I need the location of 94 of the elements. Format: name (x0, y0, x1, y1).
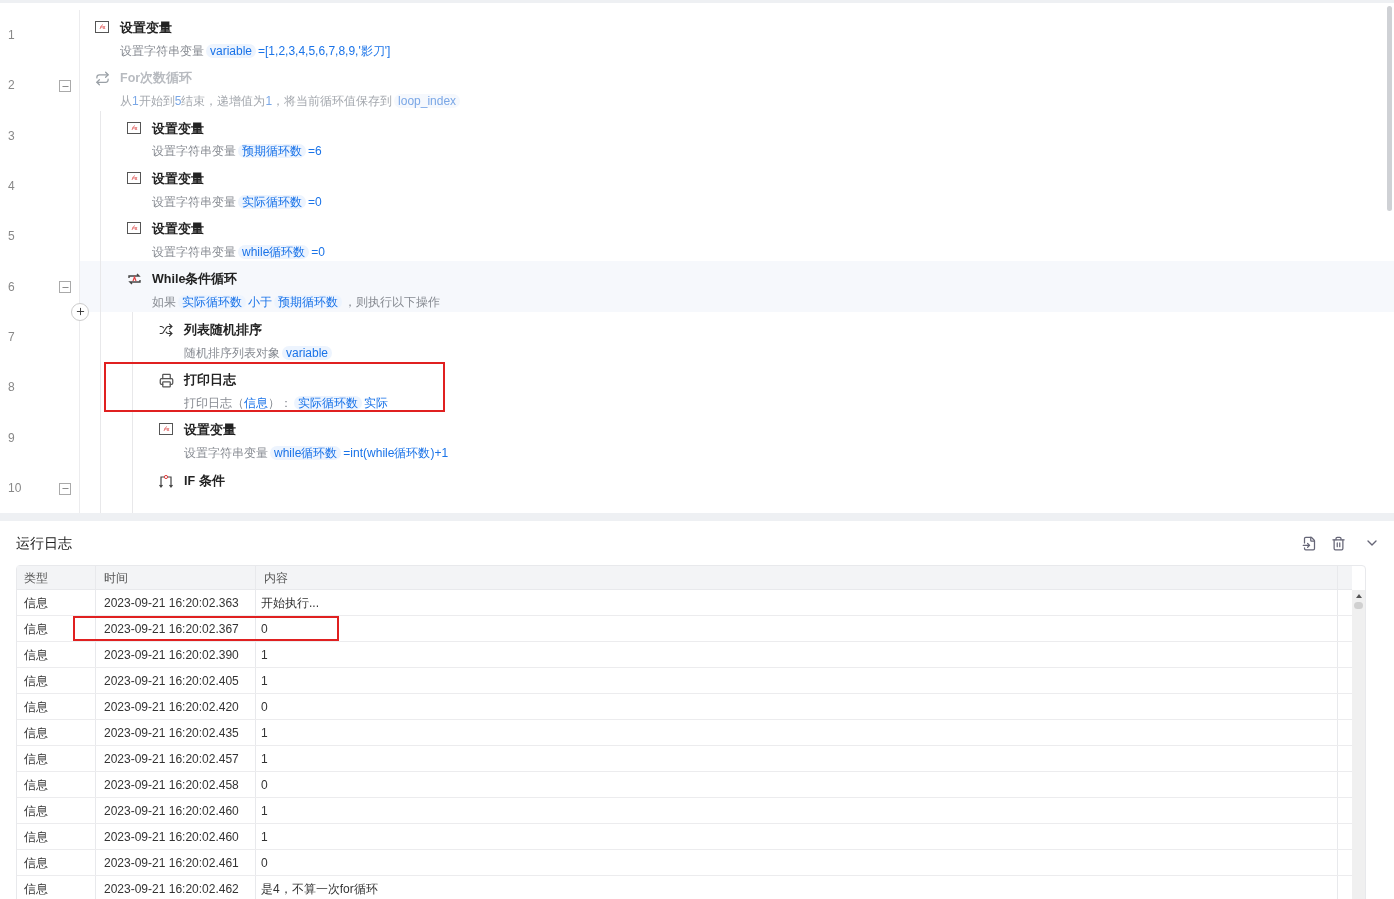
table-cell: 1 (256, 798, 1338, 823)
line-number: 5 (8, 228, 15, 246)
function-box-icon (159, 423, 173, 436)
step-title: 设置变量 (120, 20, 173, 37)
branch-icon (158, 473, 174, 488)
table-cell: 信息 (17, 590, 96, 615)
log-row[interactable]: 信息 2023-09-21 16:20:02.457 1 (17, 746, 1352, 772)
step-title: While条件循环 (152, 271, 239, 289)
step-title: 列表随机排序 (184, 321, 263, 339)
step-description: 如果 实际循环数 小于 预期循环数 ，则执行以下操作 (152, 294, 440, 312)
table-cell: 信息 (17, 850, 96, 875)
line-number: 9 (8, 429, 15, 447)
column-header: 类型 (17, 566, 96, 589)
step-title: 设置变量 (152, 170, 205, 188)
delete-icon[interactable] (1331, 535, 1346, 551)
log-row[interactable]: 信息 2023-09-21 16:20:02.458 0 (17, 772, 1352, 798)
table-cell: 1 (256, 824, 1338, 849)
step-description: 设置字符串变量 实际循环数 =0 (152, 193, 322, 211)
table-cell: 2023-09-21 16:20:02.461 (96, 850, 256, 875)
printer-icon (158, 373, 174, 389)
line-number: 7 (8, 328, 15, 346)
table-cell: 2023-09-21 16:20:02.420 (96, 694, 256, 719)
table-cell: 是4，不算一次for循环 (256, 876, 1338, 899)
table-cell: 信息 (17, 772, 96, 797)
line-number: 8 (8, 379, 15, 397)
repeat-icon (94, 71, 110, 87)
log-row[interactable]: 信息 2023-09-21 16:20:02.460 1 (17, 824, 1352, 850)
table-cell: 0 (256, 850, 1338, 875)
shuffle-icon (159, 322, 173, 337)
scrollbar[interactable] (1352, 590, 1365, 899)
function-box-icon (127, 222, 141, 235)
step-description: 设置字符串变量 while循环数 =0 (152, 243, 326, 261)
table-cell: 2023-09-21 16:20:02.460 (96, 824, 256, 849)
table-cell: 2023-09-21 16:20:02.363 (96, 590, 256, 615)
table-cell: 0 (256, 694, 1338, 719)
table-cell: 2023-09-21 16:20:02.435 (96, 720, 256, 745)
log-row[interactable]: 信息 2023-09-21 16:20:02.435 1 (17, 720, 1352, 746)
log-title: 运行日志 (16, 533, 72, 553)
table-cell: 信息 (17, 694, 96, 719)
step-title: For次数循环 (120, 70, 194, 88)
table-cell: 1 (256, 668, 1338, 693)
line-number: 3 (8, 127, 15, 145)
step-description: 设置字符串变量 variable =[1,2,3,4,5,6,7,8,9,'影刀'] (120, 42, 391, 60)
log-row[interactable]: 信息 2023-09-21 16:20:02.390 1 (17, 642, 1352, 668)
table-cell: 信息 (17, 642, 96, 667)
log-row[interactable]: 信息 2023-09-21 16:20:02.461 0 (17, 850, 1352, 876)
column-header: 时间 (96, 566, 256, 589)
table-cell: 信息 (17, 798, 96, 823)
table-cell: 信息 (17, 876, 96, 899)
step-title: 设置变量 (184, 422, 237, 440)
step-description: 随机排序列表对象 variable (184, 343, 335, 362)
step-description: 设置字符串变量 while循环数 =int(while循环数)+1 (184, 445, 449, 463)
table-cell: 信息 (17, 616, 96, 641)
export-icon[interactable] (1302, 535, 1317, 551)
function-box-icon (127, 121, 141, 134)
table-cell: 2023-09-21 16:20:02.462 (96, 876, 256, 899)
table-cell: 1 (256, 746, 1338, 771)
table-cell: 2023-09-21 16:20:02.457 (96, 746, 256, 771)
table-cell: 信息 (17, 824, 96, 849)
step-title: 设置变量 (152, 120, 205, 138)
table-cell: 0 (256, 772, 1338, 797)
log-row[interactable]: 信息 2023-09-21 16:20:02.460 1 (17, 798, 1352, 824)
table-cell: 2023-09-21 16:20:02.405 (96, 668, 256, 693)
line-number: 10 (8, 479, 22, 497)
step-description: 从1开始到5结束，递增值为1，将当前循环值保存到 loop_index (120, 92, 463, 111)
step-title: IF 条件 (184, 472, 225, 490)
table-cell: 信息 (17, 668, 96, 693)
scrollbar-thumb[interactable] (1387, 6, 1392, 211)
line-number: 1 (8, 27, 15, 45)
function-box-icon (127, 171, 141, 184)
loop-icon (126, 272, 142, 287)
step-title: 打印日志 (184, 372, 237, 390)
table-cell: 1 (256, 720, 1338, 745)
function-box-icon (95, 21, 109, 33)
table-cell: 2023-09-21 16:20:02.367 (96, 616, 256, 641)
table-cell: 0 (256, 616, 1338, 641)
log-row[interactable]: 信息 2023-09-21 16:20:02.367 0 (17, 616, 1352, 642)
log-row[interactable]: 信息 2023-09-21 16:20:02.363 开始执行... (17, 590, 1352, 616)
line-number: 6 (8, 278, 15, 296)
step-description: 打印日志（信息）： 实际循环数 实际 (184, 394, 388, 412)
line-number: 4 (8, 178, 15, 196)
table-cell: 开始执行... (256, 590, 1338, 615)
line-number: 2 (8, 77, 15, 95)
table-cell: 2023-09-21 16:20:02.458 (96, 772, 256, 797)
table-cell: 1 (256, 642, 1338, 667)
table-cell: 2023-09-21 16:20:02.390 (96, 642, 256, 667)
step-description: 设置字符串变量 预期循环数 =6 (152, 143, 322, 161)
table-cell: 信息 (17, 746, 96, 771)
table-cell: 信息 (17, 720, 96, 745)
column-header: 内容 (256, 566, 1338, 589)
table-cell: 2023-09-21 16:20:02.460 (96, 798, 256, 823)
log-row[interactable]: 信息 2023-09-21 16:20:02.420 0 (17, 694, 1352, 720)
log-row[interactable]: 信息 2023-09-21 16:20:02.405 1 (17, 668, 1352, 694)
step-title: 设置变量 (152, 221, 205, 239)
